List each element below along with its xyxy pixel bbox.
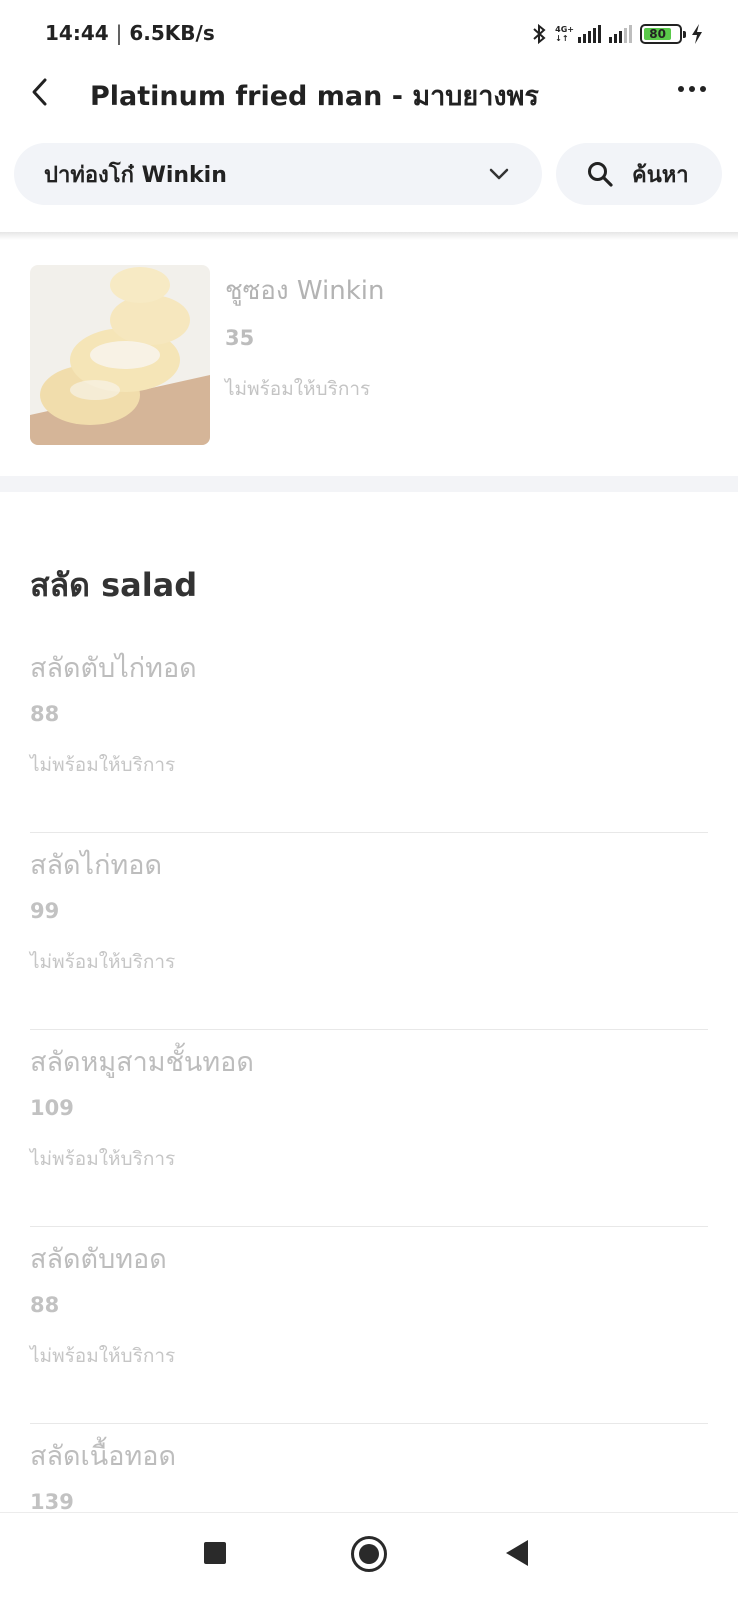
item-status: ไม่พร้อมให้บริการ: [30, 1148, 176, 1170]
category-dropdown[interactable]: ปาท่องโก๋ Winkin: [14, 143, 542, 205]
menu-item[interactable]: สลัดไก่ทอด 99 ไม่พร้อมให้บริการ: [30, 833, 708, 1030]
category-value: ปาท่องโก๋ Winkin: [44, 162, 227, 188]
signal-icon: [609, 25, 632, 43]
more-dots-icon: [678, 86, 684, 92]
battery-level: 80: [644, 27, 672, 41]
page-title: Platinum fried man - มาบยางพร: [90, 81, 539, 112]
item-name: สลัดไก่ทอด: [30, 850, 163, 881]
menu-list: สลัดตับไก่ทอด 88 ไม่พร้อมให้บริการ สลัดไ…: [30, 636, 708, 1600]
section-separator: [0, 476, 738, 492]
item-price: 88: [30, 1293, 60, 1317]
signal-4g-icon: 4G+ ↓↑: [555, 25, 574, 43]
item-status: ไม่พร้อมให้บริการ: [225, 378, 371, 400]
top-nav: Platinum fried man - มาบยางพร: [0, 62, 738, 122]
menu-item[interactable]: สลัดหมูสามชั้นทอด 109 ไม่พร้อมให้บริการ: [30, 1030, 708, 1227]
menu-item[interactable]: สลัดตับไก่ทอด 88 ไม่พร้อมให้บริการ: [30, 636, 708, 833]
item-name: สลัดหมูสามชั้นทอด: [30, 1047, 254, 1078]
pastry-image: [30, 265, 210, 445]
status-bar: 14:44 | 6.5KB/s 4G+ ↓↑ 80: [0, 0, 738, 70]
filter-row: ปาท่องโก๋ Winkin ค้นหา: [0, 140, 738, 206]
item-price: 109: [30, 1096, 74, 1120]
item-name: สลัดตับไก่ทอด: [30, 653, 197, 684]
item-price: 99: [30, 899, 60, 923]
item-thumbnail: [30, 265, 210, 445]
item-name: สลัดเนื้อทอด: [30, 1441, 177, 1472]
header-divider: [0, 232, 738, 240]
item-price: 88: [30, 702, 60, 726]
chevron-left-icon: [32, 78, 47, 106]
home-button[interactable]: [351, 1536, 387, 1572]
recent-apps-button[interactable]: [204, 1542, 226, 1564]
menu-item-featured[interactable]: ชูซอง Winkin 35 ไม่พร้อมให้บริการ: [0, 240, 738, 476]
more-options-button[interactable]: [672, 74, 712, 104]
system-nav-bar: [0, 1512, 738, 1600]
item-price: 35: [225, 326, 255, 350]
menu-item[interactable]: สลัดตับทอด 88 ไม่พร้อมให้บริการ: [30, 1227, 708, 1424]
item-status: ไม่พร้อมให้บริการ: [30, 754, 176, 776]
section-title: สลัด salad: [30, 566, 198, 604]
clock: 14:44: [45, 21, 109, 45]
item-name: ชูซอง Winkin: [225, 276, 385, 306]
search-icon: [588, 162, 613, 187]
charging-icon: [692, 24, 702, 44]
back-button[interactable]: [22, 74, 58, 110]
bluetooth-icon: [533, 23, 546, 45]
battery-icon: 80: [640, 24, 686, 44]
network-arrows: ↓↑: [555, 34, 569, 43]
network-type-label: 4G+: [555, 25, 574, 34]
signal-bars-primary: [578, 25, 601, 43]
status-icons: 4G+ ↓↑ 80: [531, 20, 704, 48]
system-back-button[interactable]: [506, 1540, 528, 1566]
network-speed: 6.5KB/s: [129, 21, 215, 45]
item-status: ไม่พร้อมให้บริการ: [30, 1345, 176, 1367]
status-time: 14:44 | 6.5KB/s: [45, 21, 215, 45]
item-status: ไม่พร้อมให้บริการ: [30, 951, 176, 973]
status-separator: |: [115, 21, 123, 45]
search-button[interactable]: ค้นหา: [556, 143, 722, 205]
chevron-down-icon: [489, 168, 509, 180]
search-label: ค้นหา: [632, 162, 689, 188]
item-name: สลัดตับทอด: [30, 1244, 167, 1275]
item-price: 139: [30, 1490, 74, 1514]
